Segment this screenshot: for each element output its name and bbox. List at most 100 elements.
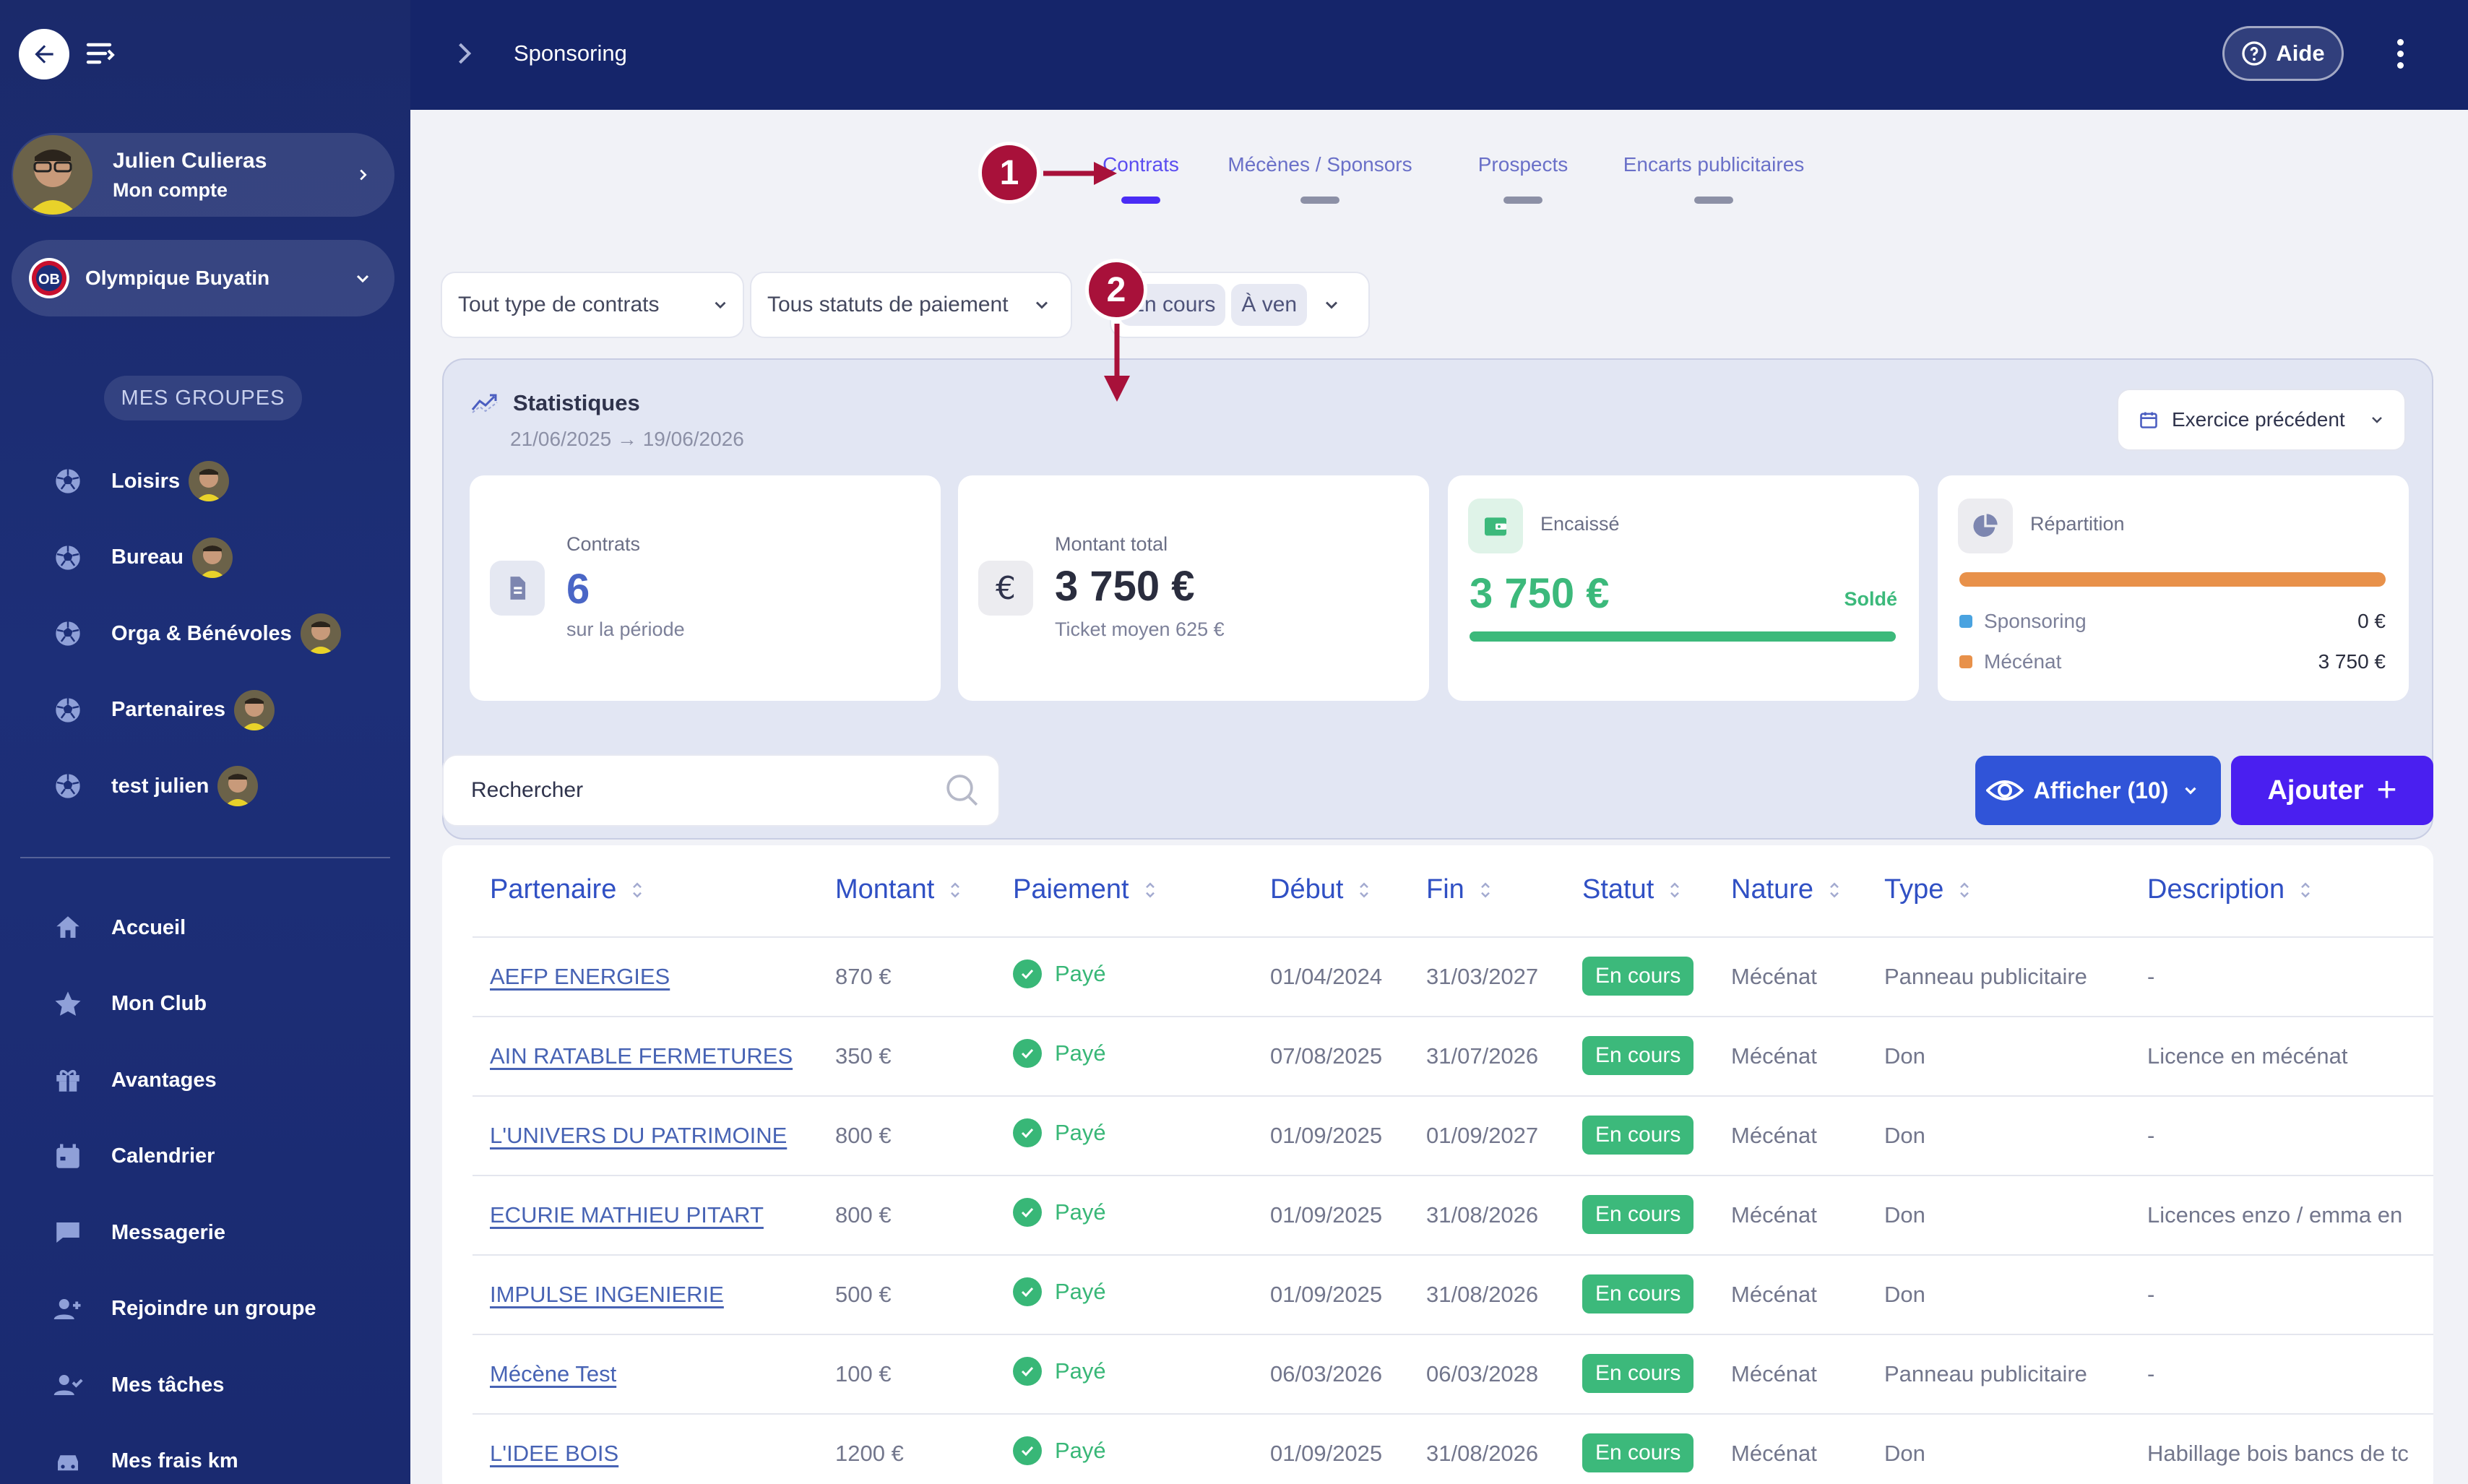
dot-icon <box>2396 50 2404 57</box>
partner-link[interactable]: IMPULSE INGENIERIE <box>490 1282 724 1308</box>
back-button[interactable] <box>19 29 69 79</box>
status-badge: En cours <box>1582 1433 1694 1472</box>
legend-swatch <box>1959 615 1972 628</box>
total-amount-card: € Montant total 3 750 € Ticket moyen 625… <box>958 475 1429 701</box>
sidebar-nav-item[interactable]: Accueil <box>51 906 186 949</box>
sidebar-group-item[interactable]: Bureau <box>51 536 233 579</box>
sidebar-nav-item[interactable]: Rejoindre un groupe <box>51 1287 316 1331</box>
column-header-label: Montant <box>835 874 935 905</box>
cashed-card: Encaissé 3 750 € Soldé <box>1448 475 1919 701</box>
help-button[interactable]: Aide <box>2222 26 2344 81</box>
star-icon <box>55 991 81 1016</box>
column-header-status[interactable]: Statut <box>1582 874 1686 905</box>
tab-prospects[interactable]: Prospects <box>1451 153 1595 204</box>
account-card[interactable]: Julien Culieras Mon compte <box>12 133 394 217</box>
partner-link[interactable]: Mécène Test <box>490 1361 616 1387</box>
column-header-amount[interactable]: Montant <box>835 874 966 905</box>
status-badge: En cours <box>1582 957 1694 996</box>
sidebar-group-item[interactable]: Partenaires <box>51 689 275 732</box>
cell-description: Habillage bois bancs de tc <box>2147 1441 2409 1466</box>
payment-status: Payé <box>1013 1039 1106 1068</box>
tab-encarts[interactable]: Encarts publicitaires <box>1591 153 1837 204</box>
add-contract-button[interactable]: Ajouter + <box>2231 756 2433 825</box>
sidebar-nav-item[interactable]: Mes frais km <box>51 1440 238 1483</box>
table-row[interactable]: ECURIE MATHIEU PITART 800 € Payé 01/09/2025… <box>442 1176 2433 1256</box>
sidebar-nav-item[interactable]: Calendrier <box>51 1135 215 1178</box>
partner-link[interactable]: L'UNIVERS DU PATRIMOINE <box>490 1123 787 1149</box>
table-row[interactable]: IMPULSE INGENIERIE 500 € Payé 01/09/2025 31/… <box>442 1256 2433 1335</box>
avatar <box>13 135 92 215</box>
cell-amount: 800 € <box>835 1202 892 1228</box>
column-header-payment[interactable]: Paiement <box>1013 874 1161 905</box>
soccer-ball-icon <box>56 469 80 493</box>
sidebar-group-item[interactable]: Orga & Bénévoles <box>51 612 341 655</box>
sort-icon <box>1480 881 1490 898</box>
search-input[interactable] <box>471 778 942 803</box>
cell-type: Panneau publicitaire <box>1884 1361 2087 1386</box>
column-header-start[interactable]: Début <box>1270 874 1375 905</box>
split-row-label: Mécénat <box>1984 650 2062 673</box>
chevron-right-icon <box>348 160 377 189</box>
partner-link[interactable]: ECURIE MATHIEU PITART <box>490 1202 764 1228</box>
check-circle-icon <box>1013 1436 1042 1465</box>
payment-status: Payé <box>1013 1436 1106 1465</box>
nav-icon-wrap <box>51 910 85 945</box>
cell-amount: 100 € <box>835 1361 892 1386</box>
group-icon-wrap <box>51 616 85 651</box>
column-header-nature[interactable]: Nature <box>1731 874 1845 905</box>
column-header-end[interactable]: Fin <box>1426 874 1496 905</box>
sidebar-nav-item[interactable]: Messagerie <box>51 1211 225 1254</box>
table-row[interactable]: AIN RATABLE FERMETURES 350 € Payé 07/08/202… <box>442 1017 2433 1097</box>
chat-icon <box>56 1222 79 1243</box>
sidebar-nav-item[interactable]: Mon Club <box>51 983 207 1026</box>
calendar-icon <box>56 1144 79 1168</box>
annotation-arrow-down-icon <box>1104 324 1130 402</box>
status-badge: En cours <box>1582 1116 1694 1155</box>
show-columns-button[interactable]: Afficher (10) <box>1975 756 2221 825</box>
sidebar-nav-item[interactable]: Mes tâches <box>51 1363 224 1407</box>
table-row[interactable]: L'IDEE BOIS 1200 € Payé 01/09/2025 31/08/202… <box>442 1415 2433 1484</box>
plus-icon: + <box>2376 771 2397 809</box>
nav-icon-wrap <box>51 1063 85 1097</box>
table-row[interactable]: Mécène Test 100 € Payé 06/03/2026 06/03/2028… <box>442 1335 2433 1415</box>
user-name: Julien Culieras <box>113 148 267 173</box>
table-row[interactable]: AEFP ENERGIES 870 € Payé 01/04/2024 31/03/20… <box>442 938 2433 1017</box>
nav-icon-wrap <box>51 1139 85 1174</box>
column-header-description[interactable]: Description <box>2147 874 2316 905</box>
period-select[interactable]: Exercice précédent <box>2117 389 2406 451</box>
more-options-button[interactable] <box>2383 36 2417 71</box>
partner-link[interactable]: AEFP ENERGIES <box>490 964 670 990</box>
sort-icon <box>1830 881 1839 898</box>
cashed-status: Soldé <box>1844 588 1897 610</box>
chevron-down-icon <box>1326 301 1338 309</box>
partner-link[interactable]: L'IDEE BOIS <box>490 1441 618 1467</box>
club-selector[interactable]: OB Olympique Buyatin <box>12 240 394 316</box>
split-row-value: 3 750 € <box>2318 650 2386 673</box>
column-header-type[interactable]: Type <box>1884 874 1975 905</box>
sidebar-group-item[interactable]: Loisirs <box>51 460 230 503</box>
payment-label: Payé <box>1055 1040 1106 1066</box>
tab-sponsors[interactable]: Mécènes / Sponsors <box>1215 153 1425 204</box>
contract-type-filter[interactable]: Tout type de contrats <box>441 272 744 338</box>
sort-icon <box>1360 881 1369 898</box>
stats-header: Statistiques <box>471 390 640 416</box>
annotation-marker-2: 2 <box>1085 259 1147 321</box>
status-chip[interactable]: À ven <box>1231 284 1308 326</box>
cell-nature: Mécénat <box>1731 1123 1817 1148</box>
my-groups-label: MES GROUPES <box>104 376 302 420</box>
sidebar-nav-item[interactable]: Avantages <box>51 1058 217 1102</box>
column-header-partner[interactable]: Partenaire <box>490 874 648 905</box>
column-header-label: Type <box>1884 874 1944 905</box>
status-filter[interactable]: En cours À ven <box>1110 272 1370 338</box>
search-icon <box>946 775 978 806</box>
payment-status-filter[interactable]: Tous statuts de paiement <box>750 272 1072 338</box>
partner-link[interactable]: AIN RATABLE FERMETURES <box>490 1043 793 1069</box>
sidebar-nav-label: Mes frais km <box>111 1449 238 1472</box>
cell-nature: Mécénat <box>1731 1441 1817 1466</box>
collapse-menu-button[interactable] <box>84 36 118 71</box>
sidebar-group-label: test julien <box>111 774 210 798</box>
cell-nature: Mécénat <box>1731 1202 1817 1228</box>
sidebar-group-item[interactable]: test julien <box>51 764 259 808</box>
table-row[interactable]: L'UNIVERS DU PATRIMOINE 800 € Payé 01/09/20… <box>442 1097 2433 1176</box>
trend-icon <box>471 394 498 413</box>
